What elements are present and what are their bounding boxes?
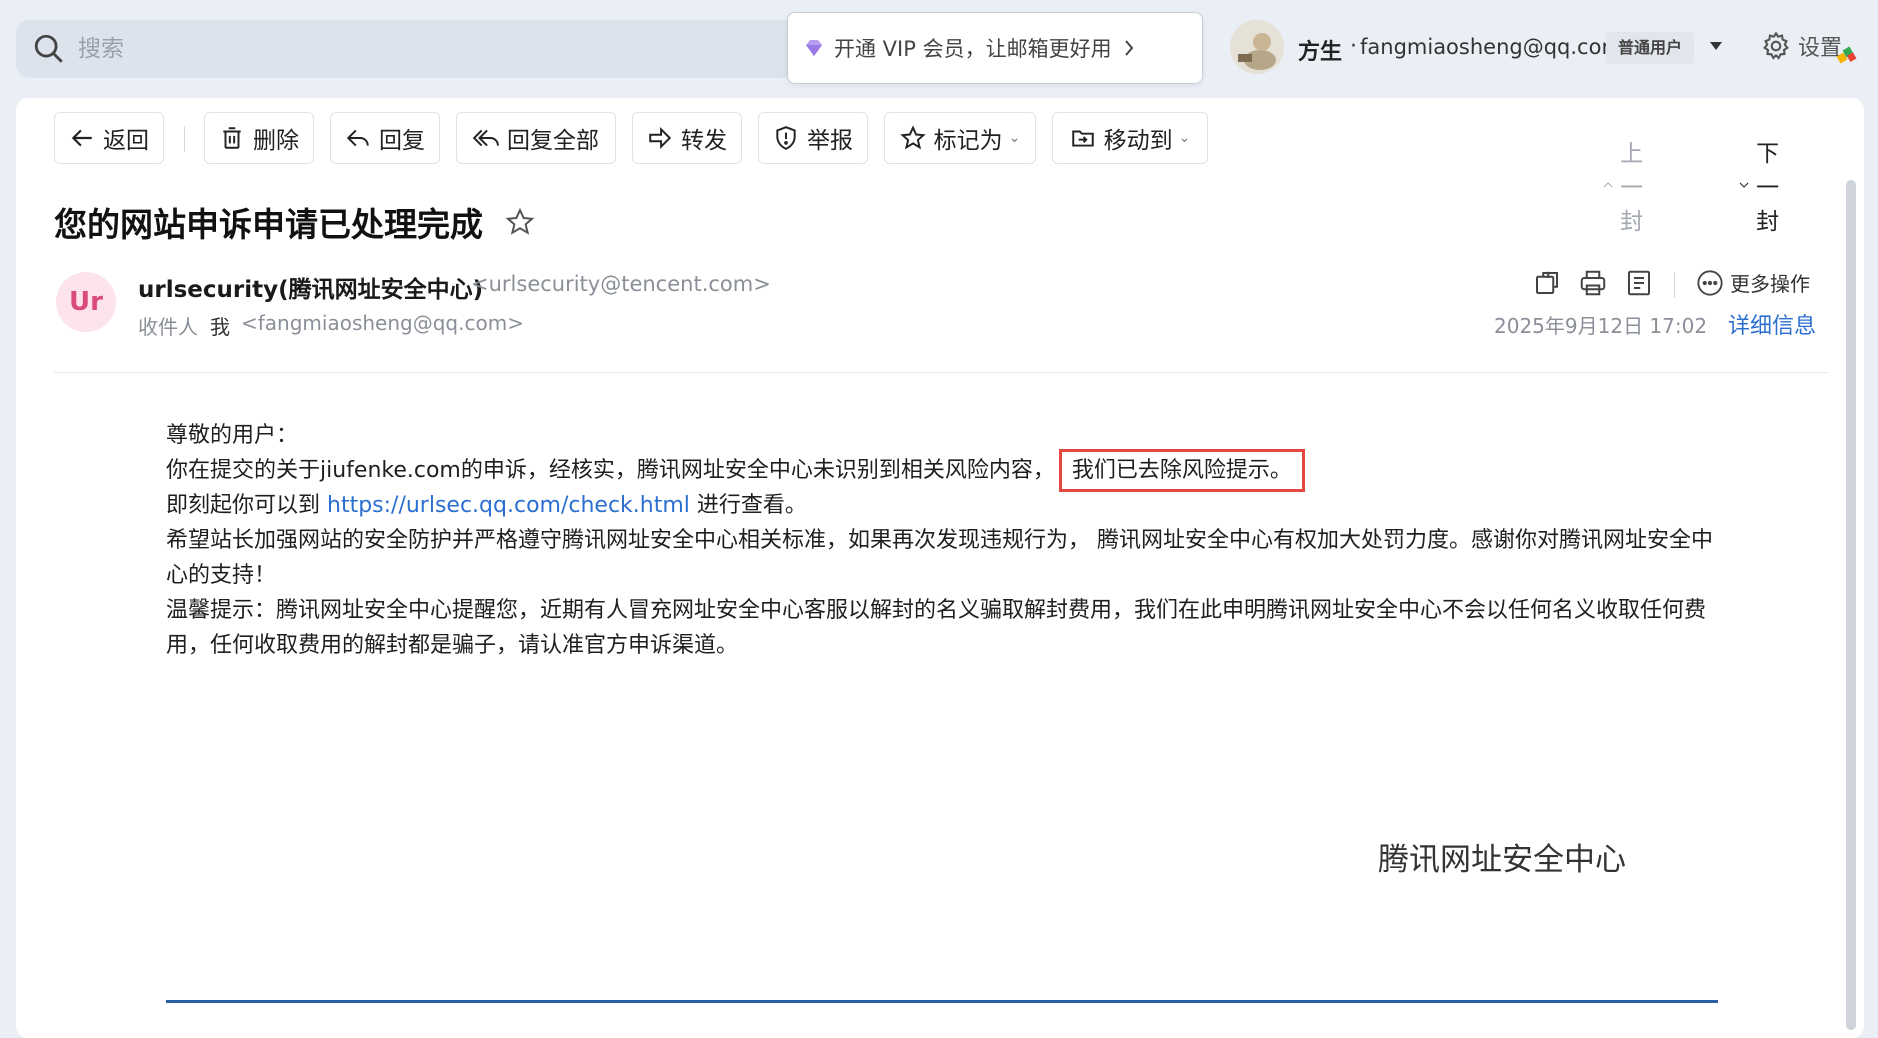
more-actions-label: 更多操作: [1730, 272, 1810, 296]
sender-address: <urlsecurity@tencent.com>: [471, 272, 771, 296]
trash-icon: [223, 127, 241, 149]
delete-label: 删除: [253, 128, 299, 154]
body-line-4: 温馨提示：腾讯网址安全中心提醒您，近期有人冒充网址安全中心客服以解封的名义骗取解…: [166, 598, 1707, 658]
avatar-illustration: [1230, 20, 1284, 74]
mail-date: 2025年9月12日 17:02: [1494, 314, 1708, 338]
user-level-badge: 普通用户: [1606, 32, 1695, 64]
move-to-label: 移动到: [1103, 128, 1173, 154]
back-label: 返回: [103, 128, 149, 154]
body-line-2: 即刻起你可以到 https://urlsec.qq.com/check.html…: [166, 488, 1726, 523]
toolbar-divider: [184, 126, 185, 152]
settings-button[interactable]: 设置: [1760, 30, 1857, 64]
body-line-2-prefix: 即刻起你可以到: [166, 493, 327, 518]
search-input[interactable]: [76, 35, 780, 63]
body-line-3: 希望站长加强网站的安全防护并严格遵守腾讯网址安全中心相关标准，如果再次发现违规行…: [166, 528, 1713, 588]
header-divider: [54, 372, 1828, 373]
chevron-down-icon: ⌄: [1178, 130, 1191, 146]
move-to-button[interactable]: 移动到 ⌄: [1052, 112, 1208, 164]
reply-label: 回复: [379, 128, 425, 154]
sender-name[interactable]: urlsecurity(腾讯网址安全中心): [138, 270, 483, 304]
colorful-flag-icon: [1836, 46, 1857, 64]
user-avatar[interactable]: [1230, 20, 1284, 74]
action-divider: [1674, 272, 1675, 298]
highlighted-text-box: 我们已去除风险提示。: [1058, 449, 1305, 492]
more-actions-button[interactable]: 更多操作: [1696, 268, 1810, 297]
chevron-right-icon: [1124, 40, 1133, 56]
folder-move-icon: [1071, 130, 1094, 147]
diamond-icon: [806, 40, 822, 56]
sender-avatar[interactable]: Ur: [56, 272, 116, 332]
previous-mail-button[interactable]: 上一封: [1602, 134, 1655, 236]
forward-arrow-icon: [649, 126, 672, 150]
note-icon[interactable]: [1624, 268, 1654, 298]
delete-button[interactable]: 删除: [204, 112, 314, 164]
star-outline-icon: [899, 125, 926, 150]
recipient-name[interactable]: 我: [210, 311, 230, 340]
footer-divider-line: [166, 1000, 1718, 1003]
signature: 腾讯网址安全中心: [1378, 842, 1626, 878]
reply-icon: [346, 129, 369, 147]
user-email[interactable]: fangmiaosheng@qq.com: [1360, 35, 1622, 59]
forward-button[interactable]: 转发: [632, 112, 742, 164]
search-icon: [34, 34, 63, 63]
open-new-window-icon[interactable]: [1532, 268, 1562, 298]
user-name[interactable]: 方生: [1298, 34, 1342, 66]
next-mail-button[interactable]: 下一封: [1738, 134, 1791, 236]
report-button[interactable]: 举报: [758, 112, 868, 164]
mail-view-card: 返回 删除 回复 回复全部 转发 举报 标记为 ⌄ 移动到 ⌄ 上一封 下一封 …: [16, 98, 1864, 1038]
user-separator: ·: [1350, 34, 1357, 59]
shield-alert-icon: [776, 126, 796, 150]
more-dots-icon: [1697, 269, 1723, 296]
reply-button[interactable]: 回复: [330, 112, 440, 164]
mark-as-button[interactable]: 标记为 ⌄: [884, 112, 1036, 164]
vip-banner[interactable]: 开通 VIP 会员，让邮箱更好用: [787, 12, 1203, 84]
gear-icon: [1763, 31, 1789, 60]
chevron-up-icon: [1603, 182, 1613, 188]
reply-all-label: 回复全部: [507, 128, 599, 154]
back-button[interactable]: 返回: [54, 112, 164, 164]
recipient-address: <fangmiaosheng@qq.com>: [241, 311, 524, 335]
greeting-line: 尊敬的用户：: [166, 423, 299, 448]
mail-subject: 您的网站申诉申请已处理完成: [54, 198, 535, 246]
report-label: 举报: [807, 128, 853, 154]
account-dropdown-icon[interactable]: [1710, 42, 1722, 50]
scrollbar[interactable]: [1846, 180, 1856, 1030]
vip-banner-text: 开通 VIP 会员，让邮箱更好用: [834, 37, 1112, 61]
body-line-1-text: 你在提交的关于jiufenke.com的申诉，经核实，腾讯网址安全中心未识别到相…: [166, 458, 1055, 483]
forward-label: 转发: [681, 128, 727, 154]
chevron-down-icon: ⌄: [1008, 130, 1021, 146]
previous-mail-label: 上一封: [1620, 141, 1644, 235]
body-line-1: 你在提交的关于jiufenke.com的申诉，经核实，腾讯网址安全中心未识别到相…: [166, 449, 1726, 492]
star-icon[interactable]: [505, 207, 535, 237]
reply-all-icon: [473, 129, 499, 147]
arrow-left-icon: [71, 129, 92, 147]
recipient-label: 收件人: [138, 315, 198, 339]
body-line-2-suffix: 进行查看。: [689, 493, 807, 518]
mark-as-label: 标记为: [933, 128, 1003, 154]
check-url-link[interactable]: https://urlsec.qq.com/check.html: [327, 493, 690, 518]
next-mail-label: 下一封: [1756, 141, 1780, 235]
mail-subject-text: 您的网站申诉申请已处理完成: [54, 205, 483, 244]
reply-all-button[interactable]: 回复全部: [456, 112, 616, 164]
chevron-down-icon: [1739, 182, 1749, 188]
print-icon[interactable]: [1578, 268, 1608, 298]
mail-body: 尊敬的用户： 你在提交的关于jiufenke.com的申诉，经核实，腾讯网址安全…: [166, 418, 1726, 663]
details-link[interactable]: 详细信息: [1728, 308, 1816, 340]
